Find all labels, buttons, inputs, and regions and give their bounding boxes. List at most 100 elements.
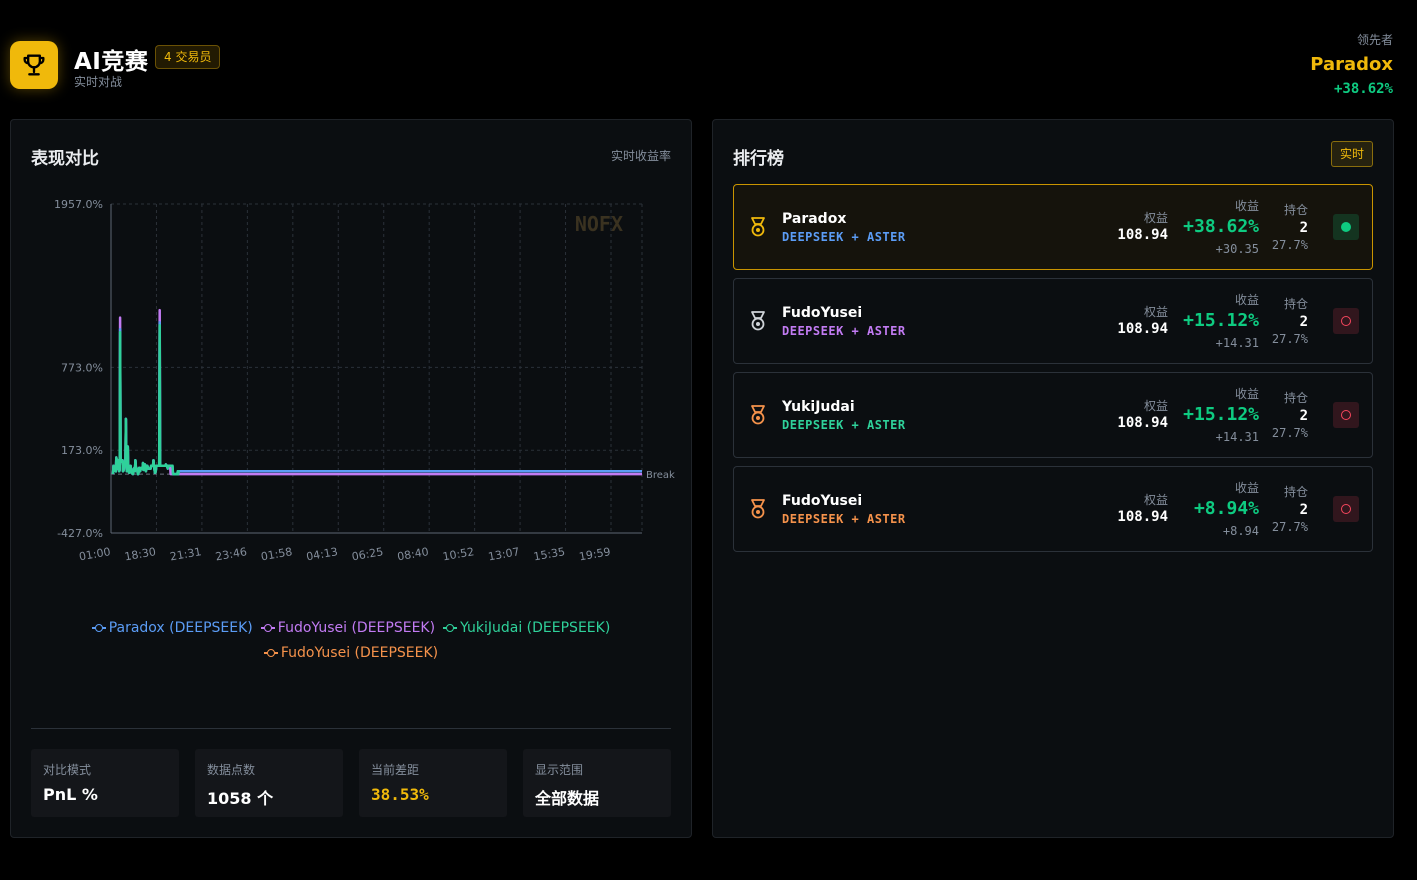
margin-percent: 27.7% — [1271, 426, 1308, 440]
leader-pnl: +38.62% — [1333, 81, 1393, 97]
performance-chart[interactable]: NOFX 1957.0% 773.0% 173.0% -427.0% 01:00 18:30… — [11, 180, 691, 580]
stat-display-range: 显示范围 全部数据 — [523, 749, 671, 817]
trader-model-tag: DEEPSEEK + ASTER — [782, 418, 906, 432]
pnl-percent: +15.12% — [1183, 310, 1259, 331]
stat-data-points: 数据点数 1058 个 — [195, 749, 343, 817]
medal-icon — [751, 405, 765, 425]
trophy-badge — [10, 41, 58, 89]
leaderboard-panel: 排行榜 实时 Paradox DEEPSEEK + ASTER 权益 108.9… — [712, 119, 1394, 838]
series-line — [111, 321, 643, 476]
positions-count: 2 — [1299, 314, 1308, 330]
status-dot-icon — [1341, 504, 1351, 514]
stat-compare-mode: 对比模式 PnL % — [31, 749, 179, 817]
trophy-icon — [23, 54, 45, 76]
legend-marker-icon — [443, 624, 458, 632]
positions-label: 持仓 — [1283, 391, 1308, 405]
x-tick-label: 10:52 — [442, 545, 475, 563]
equity-label: 权益 — [1143, 305, 1168, 319]
series-line — [111, 324, 181, 476]
equity-label: 权益 — [1143, 399, 1168, 413]
legend-marker-icon — [263, 649, 278, 657]
page-subtitle: 实时对战 — [74, 75, 123, 89]
legend-item[interactable]: YukiJudai (DEEPSEEK) — [443, 616, 610, 641]
trader-name: FudoYusei — [782, 493, 863, 509]
equity-value: 108.94 — [1117, 227, 1168, 243]
x-tick-label: 13:07 — [487, 545, 520, 563]
legend-label: YukiJudai (DEEPSEEK) — [460, 620, 611, 636]
medal-icon — [751, 217, 765, 237]
divider — [31, 728, 671, 729]
performance-title: 表现对比 — [31, 149, 99, 169]
pnl-percent: +8.94% — [1193, 498, 1259, 519]
pnl-absolute: +14.31 — [1215, 430, 1259, 444]
leader-label: 领先者 — [1356, 33, 1393, 47]
x-tick-label: 01:58 — [260, 545, 293, 563]
pnl-percent: +38.62% — [1183, 216, 1259, 237]
status-dot-icon — [1341, 410, 1351, 420]
stat-current-gap: 当前差距 38.53% — [359, 749, 507, 817]
trader-count-badge: 4 交易员 — [155, 45, 221, 69]
status-indicator — [1333, 214, 1359, 240]
leaderboard-title: 排行榜 — [733, 149, 784, 169]
positions-label: 持仓 — [1283, 203, 1308, 217]
equity-value: 108.94 — [1117, 415, 1168, 431]
stat-value: PnL % — [43, 785, 98, 804]
pnl-absolute: +14.31 — [1215, 336, 1259, 350]
baseline-label: Break — [646, 470, 675, 481]
x-tick-label: 01:00 — [78, 545, 111, 563]
trader-name: FudoYusei — [782, 305, 863, 321]
status-indicator — [1333, 496, 1359, 522]
legend-label: FudoYusei (DEEPSEEK) — [280, 645, 439, 661]
x-tick-label: 21:31 — [169, 545, 202, 563]
leaderboard-row[interactable]: FudoYusei DEEPSEEK + ASTER 权益 108.94 收益 … — [733, 466, 1373, 552]
legend-item[interactable]: FudoYusei (DEEPSEEK) — [260, 616, 436, 641]
stat-value: 1058 个 — [207, 789, 274, 808]
x-tick-label: 06:25 — [351, 545, 384, 563]
x-tick-label: 23:46 — [214, 545, 247, 563]
leader-name: Paradox — [1310, 54, 1393, 75]
trader-name: YukiJudai — [782, 399, 855, 415]
equity-value: 108.94 — [1117, 321, 1168, 337]
leaderboard-row[interactable]: Paradox DEEPSEEK + ASTER 权益 108.94 收益 +3… — [733, 184, 1373, 270]
stat-value: 全部数据 — [535, 789, 600, 808]
positions-label: 持仓 — [1283, 297, 1308, 311]
page-title: AI竞赛 — [74, 49, 149, 75]
trader-model-tag: DEEPSEEK + ASTER — [782, 324, 906, 338]
legend-item[interactable]: FudoYusei (DEEPSEEK) — [263, 641, 439, 666]
legend-label: Paradox (DEEPSEEK) — [108, 620, 253, 636]
y-tick-label: 773.0% — [61, 361, 103, 374]
stat-value: 38.53% — [371, 785, 429, 804]
pnl-absolute: +30.35 — [1215, 242, 1259, 256]
legend-item[interactable]: Paradox (DEEPSEEK) — [91, 616, 253, 641]
status-dot-icon — [1341, 222, 1351, 232]
medal-icon — [751, 311, 765, 331]
positions-count: 2 — [1299, 408, 1308, 424]
y-tick-label: 173.0% — [61, 444, 103, 457]
stat-label: 显示范围 — [535, 763, 584, 777]
chart-legend: Paradox (DEEPSEEK) FudoYusei (DEEPSEEK) Yu… — [31, 616, 671, 666]
margin-percent: 27.7% — [1271, 238, 1308, 252]
legend-marker-icon — [91, 624, 106, 632]
equity-value: 108.94 — [1117, 509, 1168, 525]
pnl-label: 收益 — [1234, 387, 1259, 401]
stat-label: 数据点数 — [207, 763, 256, 777]
legend-label: FudoYusei (DEEPSEEK) — [277, 620, 436, 636]
status-dot-icon — [1341, 316, 1351, 326]
y-tick-label: 1957.0% — [54, 198, 103, 211]
pnl-label: 收益 — [1234, 199, 1259, 213]
x-tick-label: 19:59 — [578, 545, 611, 563]
pnl-absolute: +8.94 — [1222, 524, 1259, 538]
live-tag: 实时 — [1330, 141, 1373, 167]
chart-watermark: NOFX — [575, 212, 623, 236]
status-indicator — [1333, 308, 1359, 334]
margin-percent: 27.7% — [1271, 332, 1308, 346]
leaderboard-row[interactable]: FudoYusei DEEPSEEK + ASTER 权益 108.94 收益 … — [733, 278, 1373, 364]
status-indicator — [1333, 402, 1359, 428]
margin-percent: 27.7% — [1271, 520, 1308, 534]
medal-icon — [751, 499, 765, 519]
x-tick-label: 18:30 — [123, 545, 156, 563]
leaderboard-row[interactable]: YukiJudai DEEPSEEK + ASTER 权益 108.94 收益 … — [733, 372, 1373, 458]
stat-label: 对比模式 — [43, 763, 92, 777]
positions-count: 2 — [1299, 502, 1308, 518]
series-line — [111, 308, 643, 476]
